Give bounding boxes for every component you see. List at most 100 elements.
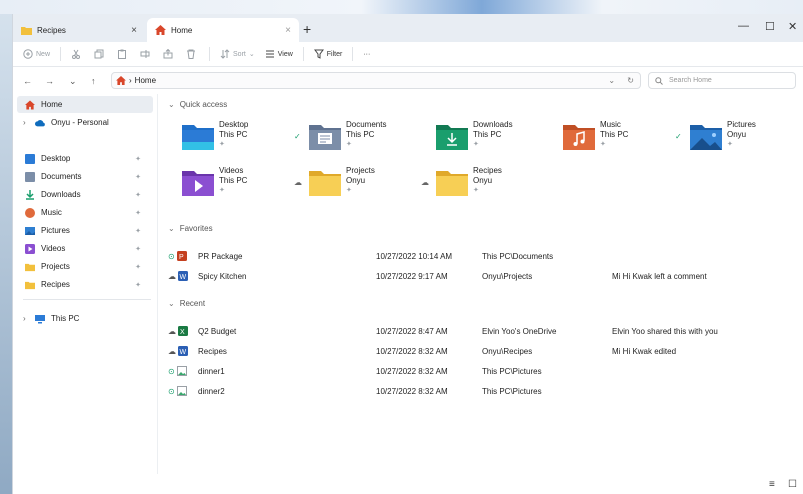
- computer-icon: [35, 314, 45, 323]
- pin-icon: ✦: [346, 187, 352, 194]
- quick-access-tile-documents[interactable]: ✓ Documents This PC ✦: [291, 120, 409, 156]
- file-row-q2-budget[interactable]: ☁ X Q2 Budget 10/27/2022 8:47 AM Elvin Y…: [168, 322, 798, 340]
- quick-access-tile-projects[interactable]: ☁ Projects Onyu ✦: [291, 166, 409, 202]
- file-location: This PC\Documents: [482, 251, 554, 261]
- refresh-icon[interactable]: ↻: [627, 76, 634, 85]
- copy-button[interactable]: [94, 49, 107, 59]
- nav-label: Downloads: [41, 190, 81, 199]
- navigation-pane: Home › Onyu - Personal Desktop ✦ Documen…: [13, 94, 157, 474]
- file-location: Onyu\Recipes: [482, 346, 533, 356]
- cloud-status-icon: ☁: [168, 346, 176, 356]
- onedrive-cloud-icon: [35, 119, 45, 126]
- nav-item-desktop[interactable]: Desktop ✦: [17, 150, 153, 167]
- scissors-icon: [72, 49, 81, 59]
- file-date: 10/27/2022 8:47 AM: [376, 326, 448, 336]
- quick-access-tile-pictures[interactable]: ✓ Pictures Onyu ✦: [672, 120, 790, 156]
- file-row-recipes[interactable]: ☁ W Recipes 10/27/2022 8:32 AM Onyu\Reci…: [168, 342, 798, 360]
- tile-location: This PC: [346, 130, 375, 139]
- minimize-button[interactable]: —: [738, 20, 749, 32]
- tab-recipes[interactable]: Recipes ×: [13, 18, 145, 42]
- recent-header[interactable]: ⌄ Recent: [168, 299, 205, 308]
- pin-icon[interactable]: ✦: [135, 263, 141, 271]
- view-button[interactable]: View: [265, 49, 293, 59]
- new-label: New: [36, 50, 51, 58]
- close-tab-icon[interactable]: ×: [131, 25, 137, 36]
- address-dropdown-icon[interactable]: ⌄: [608, 76, 615, 85]
- quick-access-tile-videos[interactable]: Videos This PC ✦: [164, 166, 282, 202]
- new-tab-button[interactable]: +: [303, 21, 311, 37]
- back-button[interactable]: ←: [23, 76, 32, 86]
- file-row-spicy-kitchen[interactable]: ☁ W Spicy Kitchen 10/27/2022 9:17 AM Ony…: [168, 267, 798, 285]
- forward-button[interactable]: →: [45, 76, 54, 86]
- file-row-dinner2[interactable]: ⊙ dinner2 10/27/2022 8:32 AM This PC\Pic…: [168, 382, 798, 400]
- rename-button[interactable]: [140, 49, 153, 59]
- nav-item-projects[interactable]: Projects ✦: [17, 258, 153, 275]
- tile-name: Documents: [346, 120, 387, 129]
- tile-location: Onyu: [473, 176, 493, 185]
- pin-icon[interactable]: ✦: [135, 245, 141, 253]
- nav-item-onedrive[interactable]: › Onyu - Personal: [17, 114, 153, 131]
- share-button[interactable]: [163, 49, 176, 59]
- cut-button[interactable]: [71, 49, 84, 59]
- nav-item-pictures[interactable]: Pictures ✦: [17, 222, 153, 239]
- nav-item-downloads[interactable]: Downloads ✦: [17, 186, 153, 203]
- close-tab-icon[interactable]: ×: [285, 25, 291, 36]
- nav-item-home[interactable]: Home: [17, 96, 153, 113]
- file-location: Onyu\Projects: [482, 271, 533, 281]
- nav-item-videos[interactable]: Videos ✦: [17, 240, 153, 257]
- quick-access-tile-downloads[interactable]: Downloads This PC ✦: [418, 120, 536, 156]
- nav-label: Music: [41, 208, 62, 217]
- toolbar-divider: [302, 47, 304, 61]
- cloud-status-icon: ☁: [421, 178, 429, 187]
- sort-button[interactable]: Sort ⌄: [220, 49, 255, 59]
- more-options-button[interactable]: ···: [363, 51, 370, 58]
- pin-icon: ✦: [346, 141, 352, 148]
- tiles-view-button[interactable]: ☐: [788, 479, 797, 490]
- search-input[interactable]: Search Home: [648, 72, 796, 89]
- nav-item-recipes[interactable]: Recipes ✦: [17, 276, 153, 293]
- quick-access-header[interactable]: ⌄ Quick access: [168, 100, 227, 109]
- tile-location: This PC: [473, 130, 502, 139]
- pin-icon[interactable]: ✦: [135, 155, 141, 163]
- delete-button[interactable]: [186, 49, 199, 59]
- content-pane: ⌄ Quick access Desktop This PC ✦ ✓ Docum…: [157, 94, 803, 474]
- file-row-dinner1[interactable]: ⊙ dinner1 10/27/2022 8:32 AM This PC\Pic…: [168, 362, 798, 380]
- pin-icon[interactable]: ✦: [135, 227, 141, 235]
- nav-item-this-pc[interactable]: › This PC: [17, 310, 153, 327]
- new-button[interactable]: New: [23, 49, 50, 59]
- favorites-header[interactable]: ⌄ Favorites: [168, 224, 213, 233]
- quick-access-tile-music[interactable]: Music This PC ✦: [545, 120, 663, 156]
- file-name: Recipes: [198, 346, 227, 356]
- recent-locations-button[interactable]: ⌄: [69, 76, 77, 87]
- pin-icon[interactable]: ✦: [135, 209, 141, 217]
- breadcrumb-separator[interactable]: ›: [129, 76, 132, 85]
- desktop-background-top: [0, 0, 803, 14]
- maximize-button[interactable]: ☐: [765, 20, 775, 33]
- pin-icon[interactable]: ✦: [135, 191, 141, 199]
- image-file-icon: [176, 366, 187, 376]
- file-row-pr-package[interactable]: ⊙ P PR Package 10/27/2022 10:14 AM This …: [168, 247, 798, 265]
- tab-home[interactable]: Home ×: [147, 18, 299, 42]
- quick-access-tile-desktop[interactable]: Desktop This PC ✦: [164, 120, 282, 156]
- breadcrumb-home[interactable]: Home: [135, 76, 156, 85]
- pin-icon[interactable]: ✦: [135, 281, 141, 289]
- file-location: This PC\Pictures: [482, 386, 542, 396]
- up-button[interactable]: ↑: [91, 76, 96, 86]
- paste-button[interactable]: [117, 49, 130, 59]
- toolbar-divider: [352, 47, 354, 61]
- nav-item-music[interactable]: Music ✦: [17, 204, 153, 221]
- details-view-button[interactable]: ≡: [769, 479, 775, 490]
- filter-button[interactable]: Filter: [313, 49, 342, 59]
- chevron-right-icon[interactable]: ›: [23, 314, 26, 323]
- close-window-button[interactable]: ✕: [788, 20, 797, 33]
- tile-location: This PC: [600, 130, 629, 139]
- clipboard-icon: [118, 49, 127, 59]
- powerpoint-file-icon: P: [176, 251, 187, 261]
- pin-icon[interactable]: ✦: [135, 173, 141, 181]
- music-folder-icon: [563, 125, 595, 150]
- nav-item-documents[interactable]: Documents ✦: [17, 168, 153, 185]
- chevron-right-icon[interactable]: ›: [23, 118, 26, 127]
- tile-location: Onyu: [346, 176, 366, 185]
- address-bar[interactable]: › Home ⌄ ↻: [111, 72, 641, 89]
- quick-access-tile-recipes[interactable]: ☁ Recipes Onyu ✦: [418, 166, 536, 202]
